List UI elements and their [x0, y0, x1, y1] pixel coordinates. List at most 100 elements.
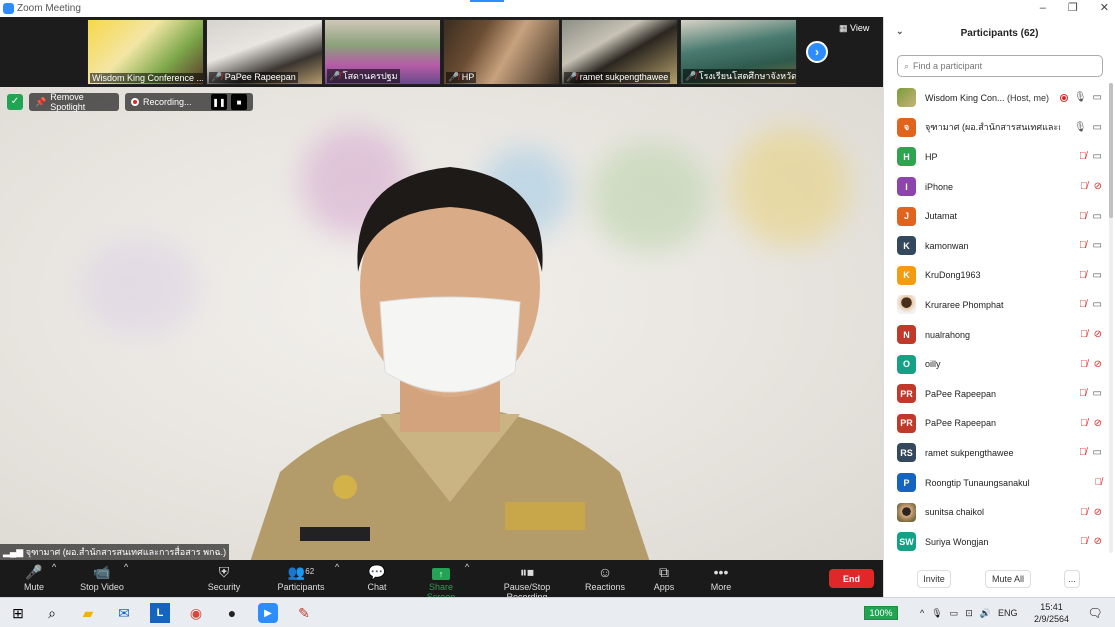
network-icon[interactable]: ⊡ — [965, 608, 973, 619]
video-thumbnail[interactable]: 🎤̸ โสดานครปฐม — [324, 19, 441, 85]
next-page-button[interactable]: › — [806, 41, 828, 63]
participants-options-caret[interactable]: ^ — [335, 562, 339, 572]
participant-row[interactable]: RS ramet sukpengthawee 🎙̸ ▭ — [884, 438, 1106, 468]
muted-microphone-icon[interactable]: 🎙̸ — [1079, 447, 1087, 458]
view-button[interactable]: ▦ View — [839, 23, 869, 34]
participant-row[interactable]: sunitsa chaikol 🎙̸ ⊘ — [884, 497, 1106, 527]
stop-video-button[interactable]: 📹 Stop Video — [76, 562, 128, 592]
participant-row[interactable]: จจุฑามาศ (ผอ.สำนักสารสนเทศและการ...🎙▭ — [884, 113, 1106, 143]
remove-spotlight-button[interactable]: 📌 Remove Spotlight — [29, 92, 119, 112]
video-off-icon[interactable]: ⊘ — [1094, 536, 1102, 547]
battery-indicator[interactable]: 100% — [864, 606, 898, 620]
chrome-icon[interactable]: ◉ — [186, 603, 206, 623]
microphone-tray-icon[interactable]: 🎙 — [931, 608, 942, 619]
participant-scrollbar[interactable] — [1109, 83, 1113, 553]
main-video[interactable]: ✓ 📌 Remove Spotlight Recording... ❚❚ ■ ▂… — [0, 87, 883, 560]
muted-microphone-icon[interactable]: 🎙̸ — [1080, 359, 1088, 370]
participant-row[interactable]: IiPhone 🎙̸ ⊘ — [884, 172, 1106, 202]
video-camera-icon[interactable]: ▭ — [1093, 211, 1102, 222]
muted-microphone-icon[interactable]: 🎙̸ — [1080, 418, 1088, 429]
microphone-icon[interactable]: 🎙 — [1074, 122, 1087, 133]
mute-button[interactable]: 🎤 Mute — [20, 562, 48, 592]
participant-row[interactable]: Ooilly 🎙̸ ⊘ — [884, 349, 1106, 379]
language-indicator[interactable]: ENG — [998, 608, 1018, 618]
paint-app-icon[interactable]: ✎ — [294, 603, 314, 623]
search-input[interactable] — [913, 61, 1084, 71]
participant-row[interactable]: Kruraree Phomphat 🎙̸ ▭ — [884, 290, 1106, 320]
video-thumbnail[interactable]: 🎤̸ HP — [443, 19, 560, 85]
obs-icon[interactable]: ● — [222, 603, 242, 623]
participant-row[interactable]: K KruDong1963 🎙̸ ▭ — [884, 261, 1106, 291]
participants-button[interactable]: 👥62 Participants — [274, 562, 328, 592]
muted-microphone-icon[interactable]: 🎙̸ — [1079, 151, 1087, 162]
scrollbar-thumb[interactable] — [1109, 83, 1113, 218]
more-button[interactable]: ••• More — [707, 562, 735, 592]
participant-row[interactable]: PR PaPee Rapeepan 🎙̸ ⊘ — [884, 409, 1106, 439]
chat-button[interactable]: 💬 Chat — [364, 562, 390, 592]
muted-microphone-icon[interactable]: 🎙̸ — [1080, 536, 1088, 547]
invite-button[interactable]: Invite — [917, 570, 951, 588]
share-screen-button[interactable]: ↑ Share Screen — [414, 562, 468, 602]
microphone-icon[interactable]: 🎙 — [1074, 92, 1087, 103]
participant-row[interactable]: Wisdom King Con... (Host, me) 🎙 ▭ — [884, 83, 1106, 113]
search-icon[interactable]: ⌕ — [42, 603, 62, 623]
participant-row[interactable]: P Roongtip Tunaungsanakul 🎙̸ — [884, 468, 1106, 498]
security-shield-icon[interactable]: ✓ — [7, 94, 23, 110]
participant-row[interactable]: Kkamonwan 🎙̸ ▭ — [884, 231, 1106, 261]
video-off-icon[interactable]: ⊘ — [1094, 418, 1102, 429]
stop-recording-button[interactable]: ■ — [231, 94, 247, 110]
participant-search[interactable]: ⌕ — [897, 55, 1103, 77]
security-button[interactable]: ⛨ Security — [203, 562, 245, 592]
video-off-icon[interactable]: ⊘ — [1094, 507, 1102, 518]
muted-microphone-icon[interactable]: 🎙̸ — [1095, 477, 1103, 488]
video-off-icon[interactable]: ⊘ — [1094, 329, 1102, 340]
file-explorer-icon[interactable]: ▰ — [78, 603, 98, 623]
muted-microphone-icon[interactable]: 🎙̸ — [1079, 388, 1087, 399]
battery-tray-icon[interactable]: ▭ — [950, 608, 959, 619]
reactions-button[interactable]: ☺ Reactions — [585, 562, 625, 592]
pause-recording-button[interactable]: ❚❚ — [211, 94, 227, 110]
chevron-up-icon[interactable]: ^ — [920, 608, 924, 618]
maximize-button[interactable]: ❐ — [1068, 0, 1078, 17]
windows-start-icon[interactable]: ⊞ — [8, 603, 28, 623]
video-thumbnail[interactable]: 🎤̸ ramet sukpengthawee — [561, 19, 678, 85]
mail-icon[interactable]: ✉ — [114, 603, 134, 623]
participant-row[interactable]: J Jutamat 🎙̸ ▭ — [884, 201, 1106, 231]
close-window-button[interactable]: ✕ — [1100, 0, 1109, 17]
mute-all-button[interactable]: Mute All — [985, 570, 1031, 588]
video-thumbnail[interactable]: 🎤̸ PaPee Rapeepan — [206, 19, 323, 85]
video-camera-icon[interactable]: ▭ — [1093, 388, 1102, 399]
zoom-taskbar-icon[interactable]: ▶ — [258, 603, 278, 623]
participant-row[interactable]: SW Suriya Wongjan 🎙̸ ⊘ — [884, 527, 1106, 557]
participant-row[interactable]: PR PaPee Rapeepan 🎙̸ ▭ — [884, 379, 1106, 409]
mute-options-caret[interactable]: ^ — [52, 562, 56, 572]
muted-microphone-icon[interactable]: 🎙̸ — [1079, 240, 1087, 251]
video-camera-icon[interactable]: ▭ — [1093, 447, 1102, 458]
muted-microphone-icon[interactable]: 🎙̸ — [1079, 270, 1087, 281]
muted-microphone-icon[interactable]: 🎙̸ — [1080, 181, 1088, 192]
video-thumbnail[interactable]: Wisdom King Conference ... — [87, 19, 204, 85]
pause-stop-recording-button[interactable]: ⏸⏹ Pause/Stop Recording — [482, 562, 572, 602]
notifications-icon[interactable]: 🗨 — [1085, 603, 1105, 623]
video-camera-icon[interactable]: ▭ — [1093, 270, 1102, 281]
video-camera-icon[interactable]: ▭ — [1093, 240, 1102, 251]
participant-row[interactable]: Nnualrahong 🎙̸ ⊘ — [884, 320, 1106, 350]
participant-row[interactable]: H HP 🎙̸ ▭ — [884, 142, 1106, 172]
video-camera-icon[interactable]: ▭ — [1093, 299, 1102, 310]
video-off-icon[interactable]: ⊘ — [1094, 181, 1102, 192]
muted-microphone-icon[interactable]: 🎙̸ — [1080, 329, 1088, 340]
video-camera-icon[interactable]: ▭ — [1093, 151, 1102, 162]
line-app-icon[interactable]: L — [150, 603, 170, 623]
drag-indicator[interactable] — [470, 0, 504, 2]
muted-microphone-icon[interactable]: 🎙̸ — [1079, 299, 1087, 310]
muted-microphone-icon[interactable]: 🎙̸ — [1079, 211, 1087, 222]
more-options-button[interactable]: ... — [1064, 570, 1080, 588]
video-off-icon[interactable]: ⊘ — [1094, 359, 1102, 370]
video-camera-icon[interactable]: ▭ — [1093, 122, 1102, 133]
chevron-down-icon[interactable]: ⌄ — [896, 26, 904, 37]
share-options-caret[interactable]: ^ — [465, 562, 469, 572]
minimize-button[interactable]: – — [1040, 0, 1046, 17]
end-meeting-button[interactable]: End — [829, 569, 874, 588]
clock[interactable]: 15:41 2/9/2564 — [1034, 601, 1069, 625]
video-thumbnail[interactable]: 🎤̸ โรงเรียนโสตศึกษาจังหวัดน... — [680, 19, 797, 85]
